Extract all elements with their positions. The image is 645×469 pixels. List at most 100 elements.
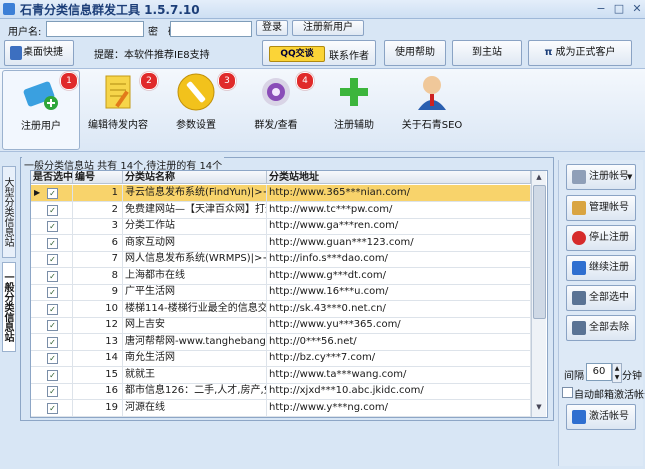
auto-activate-checkbox[interactable] [562,387,573,398]
table-row[interactable]: ✓ 8 上海都市在线 http://www.g***dt.com/ [31,267,531,285]
row-id: 12 [73,317,123,333]
scrollbar-thumb[interactable] [533,185,546,319]
row-select-cell[interactable]: ✓ [31,267,73,284]
register-account-button[interactable]: 注册帐号 ▼ [566,164,636,190]
tool-settings-label: 参数设置 [176,120,216,131]
table-row[interactable]: ✓▶1寻云信息发布系统(FindYun)|>+|最http://www.365*… [31,185,531,202]
row-checkbox[interactable]: ✓ [47,254,58,265]
row-checkbox[interactable]: ✓ [47,237,58,249]
become-customer-button[interactable]: π 成为正式客户 [528,40,632,66]
row-select-cell[interactable]: ✓ [31,366,73,383]
interval-input[interactable]: 60 [586,363,612,381]
row-id: 1 [73,185,123,201]
table-row[interactable]: ✓ 9 广平生活网 http://www.16***u.com/ [31,284,531,301]
plus-icon [340,78,368,106]
username-input[interactable] [46,21,144,37]
row-select-cell[interactable]: ✓ [31,383,73,399]
manage-account-button[interactable]: 管理帐号 [566,195,636,221]
row-select-cell[interactable]: ✓ [31,251,73,267]
password-input[interactable] [170,21,252,37]
row-select-cell[interactable]: ✓ [31,350,73,366]
row-checkbox[interactable]: ✓ [47,320,58,331]
remove-all-button[interactable]: 全部去除 [566,315,636,341]
row-site-url: http://www.ga***ren.com/ [267,218,531,234]
minimize-button[interactable]: − [594,2,608,15]
row-select-cell[interactable]: ✓ [31,201,73,218]
table-row[interactable]: ✓ 12 网上吉安 http://www.yu***365.com/ [31,317,531,334]
scroll-down-icon[interactable]: ▼ [533,403,545,413]
tab-large-sites[interactable]: 大型分类信息站 [2,166,16,258]
table-row[interactable]: ✓ 3 分类工作站 http://www.ga***ren.com/ [31,218,531,235]
row-select-cell[interactable]: ✓ [31,300,73,317]
table-row[interactable]: ✓ 10 楼梯114-楼梯行业最全的信息交流 http://sk.43***0.net… [31,300,531,318]
row-checkbox[interactable]: ✓ [47,303,58,315]
row-select-cell[interactable]: ✓ [31,399,73,416]
continue-register-button[interactable]: 继续注册 [566,255,636,281]
table-row[interactable]: ✓ 19 河源在线 http://www.y***ng.com/ [31,399,531,417]
arrow-right-icon [572,261,586,275]
column-header-selected[interactable]: 是否选中 [31,171,73,184]
row-checkbox[interactable]: ✓ [47,386,58,397]
row-checkbox[interactable]: ✓ [47,221,58,232]
row-checkbox[interactable]: ✓ [47,369,58,381]
desktop-shortcut-button[interactable]: 桌面快捷 [4,40,74,66]
qq-chat-badge: QQ交谈 [269,46,325,62]
desktop-shortcut-label: 桌面快捷 [23,47,63,58]
row-site-name: 就就王 [123,366,267,383]
row-select-cell[interactable]: ✓ ▶ [31,185,73,201]
stop-register-button[interactable]: 停止注册 [566,225,636,251]
contact-author-button[interactable]: QQ交谈 联系作者 [262,40,376,66]
tip-text: 提醒：本软件推荐IE8支持 [94,50,210,61]
manage-icon [572,201,586,215]
sites-table: 是否选中 编号 分类站名称 分类站地址 ✓ ▶ 1 寻云信息发布系统(FindYun)… [30,170,548,418]
maximize-button[interactable]: □ [612,2,626,15]
table-row[interactable]: ✓ 16都市信息126：二手,人才,房产,免费http://xjxd***10.a… [31,383,531,400]
tool-send-view-label: 群发/查看 [254,120,298,131]
row-select-cell[interactable]: ✓ [31,234,73,251]
row-id: 19 [73,399,123,416]
table-row[interactable]: ✓ 2 免费建网站—【天津百众网】打造 http://www.tc***pw.com/ [31,201,531,219]
row-site-name: 都市信息126：二手,人才,房产,免费 [123,383,267,399]
row-checkbox[interactable]: ✓ [47,204,58,216]
register-new-user-button[interactable]: 注册新用户 [292,20,364,36]
select-all-icon [572,291,586,305]
row-checkbox[interactable]: ✓ [47,336,58,348]
row-select-cell[interactable]: ✓ [31,218,73,234]
tab-general-sites[interactable]: 一般分类信息站 [2,262,16,352]
row-site-name: 免费建网站—【天津百众网】打造 [123,201,267,218]
activate-account-button[interactable]: 激活帐号 [566,404,636,430]
table-row[interactable]: ✓ 15 就就王 http://www.ta***wang.com/ [31,366,531,384]
tool-register-assist-label: 注册辅助 [334,120,374,131]
help-button[interactable]: 使用帮助 [384,40,446,66]
row-select-cell[interactable]: ✓ [31,284,73,300]
column-header-url[interactable]: 分类站地址 [267,171,531,184]
row-select-cell[interactable]: ✓ [31,317,73,333]
table-row[interactable]: ✓ 14 南允生活网 http://bz.cy***7.com/ [31,350,531,367]
row-select-cell[interactable]: ✓ [31,333,73,350]
tool-register-assist[interactable]: 注册辅助 [316,70,392,148]
vertical-scrollbar[interactable]: ▲ ▼ [531,171,546,417]
row-checkbox[interactable]: ✓ [47,270,58,282]
manage-account-label: 管理帐号 [589,202,629,213]
login-button[interactable]: 登录 [256,20,288,36]
row-id: 6 [73,234,123,251]
table-row[interactable]: ✓ 13唐河帮帮网-www.tanghebangbanghttp://0***56… [31,333,531,351]
username-label: 用户名: [8,27,42,38]
notepad-icon [105,75,131,109]
table-row[interactable]: ✓ 7网人信息发布系统(WRMPS)|>+|最http://info.s***da… [31,251,531,268]
column-header-name[interactable]: 分类站名称 [123,171,267,184]
row-checkbox[interactable]: ✓ [47,287,58,298]
main-site-button[interactable]: 到主站 [452,40,522,66]
column-header-id[interactable]: 编号 [73,171,123,184]
pi-icon: π [544,47,553,58]
table-row[interactable]: ✓ 6 商家互动网 http://www.guan***123.com/ [31,234,531,252]
row-checkbox[interactable]: ✓ [47,353,58,364]
scroll-up-icon[interactable]: ▲ [533,173,545,183]
activate-account-label: 激活帐号 [589,411,629,422]
tool-about[interactable]: 关于石青SEO [394,70,470,148]
close-button[interactable]: ✕ [630,2,644,15]
interval-stepper[interactable]: ▲ ▼ [612,363,622,383]
row-checkbox[interactable]: ✓ [47,402,58,414]
select-all-button[interactable]: 全部选中 [566,285,636,311]
row-checkbox[interactable]: ✓ [47,188,58,199]
